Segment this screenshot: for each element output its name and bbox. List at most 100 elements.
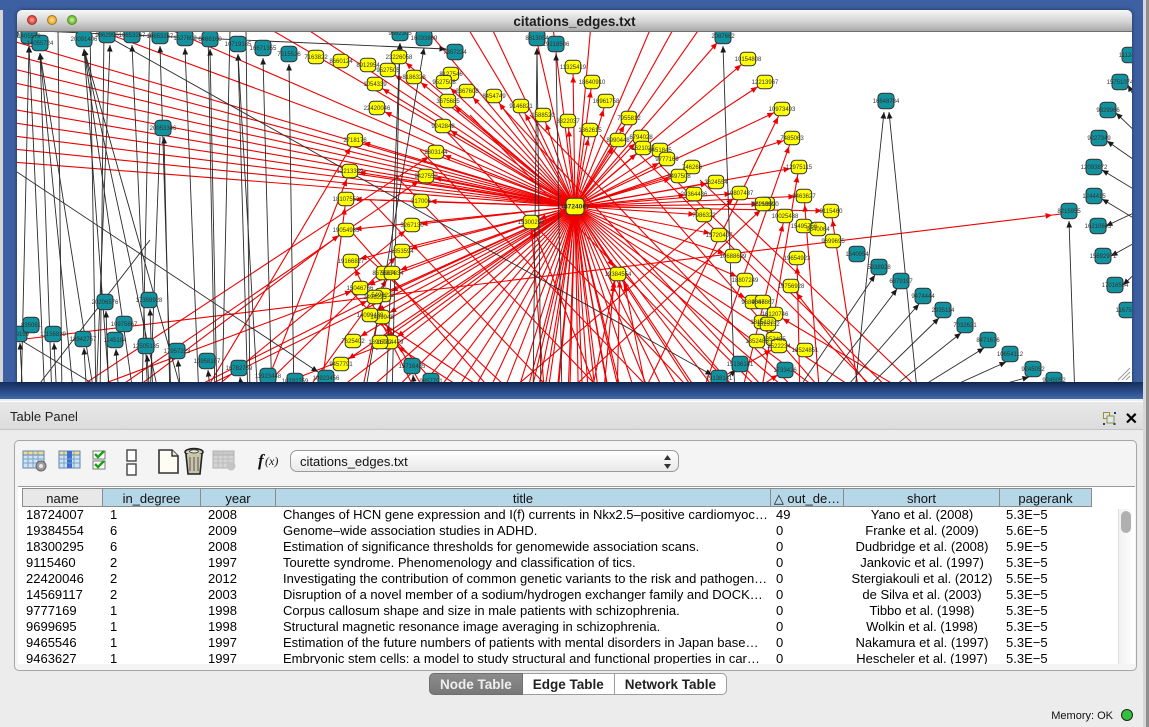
svg-text:1691772: 1691772: [368, 340, 392, 346]
svg-text:8454749: 8454749: [482, 94, 506, 100]
svg-text:8215955: 8215955: [1057, 209, 1081, 215]
svg-text:6879197: 6879197: [889, 279, 913, 285]
svg-text:16782759: 16782759: [226, 366, 253, 372]
svg-text:12942757: 12942757: [70, 337, 97, 343]
svg-text:15716485: 15716485: [399, 364, 426, 370]
svg-text:17359928: 17359928: [136, 298, 163, 304]
svg-text:2522234: 2522234: [767, 344, 791, 350]
svg-text:14099489: 14099489: [357, 313, 384, 319]
svg-text:19054985: 19054985: [333, 228, 360, 234]
svg-text:9457791: 9457791: [329, 362, 353, 368]
svg-text:19654923: 19654923: [784, 256, 811, 262]
svg-text:18107553: 18107553: [333, 197, 360, 203]
svg-text:10653267: 10653267: [147, 34, 174, 40]
svg-text:15692971: 15692971: [1090, 254, 1117, 260]
svg-text:9463627: 9463627: [792, 194, 816, 200]
svg-text:19138141: 19138141: [706, 376, 733, 382]
svg-text:1498225: 1498225: [363, 295, 387, 301]
svg-text:8322037: 8322037: [556, 119, 580, 125]
svg-text:12213389: 12213389: [337, 169, 364, 175]
svg-text:17016504: 17016504: [1102, 283, 1129, 289]
svg-text:9115460: 9115460: [820, 209, 844, 215]
svg-text:8660124: 8660124: [329, 59, 353, 65]
svg-text:9857791: 9857791: [419, 379, 443, 382]
svg-text:9227349: 9227349: [1087, 136, 1111, 142]
svg-text:15136141: 15136141: [727, 362, 754, 368]
svg-text:16671355: 16671355: [250, 46, 277, 52]
svg-text:1054339: 1054339: [363, 82, 387, 88]
svg-text:19384554: 19384554: [605, 272, 632, 278]
svg-text:7357224: 7357224: [443, 50, 467, 56]
svg-text:9777169: 9777169: [655, 157, 679, 163]
svg-text:10654112: 10654112: [997, 352, 1024, 358]
svg-text:12093872: 12093872: [1081, 165, 1108, 171]
svg-text:5567834: 5567834: [380, 271, 404, 277]
svg-text:9427552: 9427552: [414, 174, 438, 180]
svg-text:16033809: 16033809: [411, 36, 438, 42]
svg-text:9245052: 9245052: [1021, 367, 1045, 373]
svg-text:3624554: 3624554: [704, 180, 728, 186]
svg-text:1640954: 1640954: [845, 252, 869, 258]
svg-text:1244415: 1244415: [1082, 194, 1106, 200]
svg-text:9245052: 9245052: [1042, 378, 1066, 382]
svg-text:9527505: 9527505: [376, 68, 400, 74]
svg-text:11156829: 11156829: [40, 332, 66, 338]
svg-text:10653267: 10653267: [119, 33, 146, 39]
svg-text:20091406: 20091406: [71, 37, 98, 43]
svg-text:20206576: 20206576: [92, 300, 119, 306]
svg-text:11325419: 11325419: [560, 65, 587, 71]
svg-text:7485063: 7485063: [780, 136, 804, 142]
svg-text:1112459: 1112459: [1119, 53, 1132, 59]
svg-text:1815132: 1815132: [756, 322, 780, 328]
svg-text:19218506: 19218506: [543, 42, 570, 48]
svg-text:9646867: 9646867: [751, 300, 775, 306]
svg-text:9242848: 9242848: [431, 124, 455, 130]
svg-text:9527508: 9527508: [432, 80, 456, 86]
svg-text:2935114: 2935114: [932, 308, 956, 314]
svg-text:9474444: 9474444: [911, 294, 935, 300]
svg-text:1362615: 1362615: [578, 128, 602, 134]
svg-text:5938928: 5938928: [867, 265, 891, 271]
svg-text:14055724: 14055724: [27, 41, 54, 47]
svg-text:1353594: 1353594: [390, 249, 414, 255]
svg-text:16210643: 16210643: [1085, 224, 1112, 230]
svg-text:939159: 939159: [17, 332, 30, 338]
svg-text:6466160: 6466160: [198, 37, 222, 43]
svg-text:16961758: 16961758: [593, 99, 620, 105]
svg-text:7986322: 7986322: [692, 213, 716, 219]
svg-text:10719185: 10719185: [225, 42, 252, 48]
svg-text:1405572: 1405572: [17, 34, 41, 40]
svg-text:10975867: 10975867: [111, 322, 138, 328]
svg-text:23226058: 23226058: [386, 55, 413, 61]
svg-text:1352485: 1352485: [762, 337, 786, 343]
svg-text:2367608: 2367608: [455, 89, 479, 95]
svg-text:317006: 317006: [411, 199, 432, 205]
svg-text:15300293: 15300293: [518, 220, 545, 226]
svg-text:16120746: 16120746: [762, 312, 789, 318]
svg-text:16648784: 16648784: [873, 99, 900, 105]
svg-text:22420046: 22420046: [364, 106, 391, 112]
svg-text:2718176: 2718176: [343, 138, 367, 144]
svg-text:12213967: 12213967: [752, 80, 779, 86]
svg-text:10688609: 10688609: [720, 254, 747, 260]
svg-text:835061: 835061: [21, 323, 42, 329]
svg-text:9699695: 9699695: [821, 239, 845, 245]
svg-text:746266: 746266: [682, 165, 703, 171]
svg-text:11923448: 11923448: [255, 374, 282, 380]
svg-text:7625402: 7625402: [341, 339, 365, 345]
svg-text:8471676: 8471676: [976, 338, 1000, 344]
svg-text:6794028: 6794028: [629, 135, 653, 141]
svg-text:15046766: 15046766: [347, 286, 374, 292]
svg-text:9640064: 9640064: [806, 227, 830, 233]
svg-text:8186328: 8186328: [402, 75, 426, 81]
svg-text:2803144: 2803144: [424, 150, 448, 156]
svg-text:15720407: 15720407: [706, 233, 733, 239]
svg-text:(x): (x): [265, 454, 278, 468]
svg-text:9862990: 9862990: [95, 33, 119, 39]
svg-text:10025438: 10025438: [772, 214, 799, 220]
svg-text:7515526: 7515526: [277, 52, 301, 58]
svg-text:7032621: 7032621: [953, 323, 977, 329]
svg-text:19166827: 19166827: [338, 259, 365, 265]
svg-text:1145194: 1145194: [104, 338, 128, 344]
svg-text:9882305: 9882305: [388, 32, 412, 37]
